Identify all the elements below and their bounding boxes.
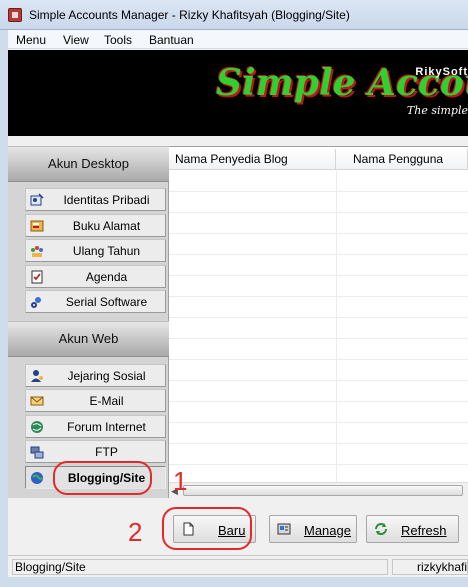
address-book-icon (30, 220, 44, 232)
sidebar-item-label: Identitas Pribadi (63, 193, 150, 207)
sidebar-item-label: Buku Alamat (72, 219, 141, 233)
new-document-icon (183, 522, 194, 536)
sidebar-item-identitas-pribadi[interactable]: Identitas Pribadi (25, 188, 166, 211)
menu-tools[interactable]: Tools (104, 33, 132, 47)
forum-icon (31, 421, 43, 433)
window-frame-left (0, 30, 8, 577)
app-banner: Simple Accounts RikySoft The simple (8, 50, 468, 136)
globe-icon (31, 472, 43, 484)
annotation-number-two: 2 (128, 517, 143, 547)
sidebar-item-blogging-site[interactable]: Blogging/Site (25, 466, 166, 489)
action-toolbar: Baru Manage Refresh (169, 498, 468, 555)
sidebar-item-label: Ulang Tahun (72, 244, 141, 258)
sidebar-item-label: Serial Software (65, 295, 148, 309)
ftp-icon (30, 446, 44, 459)
list-rows (169, 171, 468, 483)
status-section: Blogging/Site (12, 559, 388, 575)
banner-brand: RikySoft (415, 66, 468, 78)
new-button[interactable]: Baru (173, 515, 256, 543)
new-button-label: Baru (218, 523, 246, 538)
sidebar-item-e-mail[interactable]: E-Mail (25, 389, 166, 412)
sidebar-item-agenda[interactable]: Agenda (25, 265, 166, 288)
annotation-number-one: 1 (173, 466, 188, 496)
sidebar-item-serial-software[interactable]: Serial Software (25, 290, 166, 313)
menu-view[interactable]: View (63, 33, 89, 47)
refresh-button-label: Refresh (401, 523, 447, 538)
column-divider (336, 171, 337, 483)
manage-icon (277, 523, 291, 535)
section-header-desktop: Akun Desktop (8, 146, 169, 182)
agenda-icon (31, 270, 43, 284)
scrollbar-thumb[interactable] (183, 485, 463, 496)
menu-menu[interactable]: Menu (16, 33, 46, 47)
sidebar-item-buku-alamat[interactable]: Buku Alamat (25, 214, 166, 237)
sidebar-item-jejaring-sosial[interactable]: Jejaring Sosial (25, 364, 166, 387)
sidebar-item-label: E-Mail (89, 394, 124, 408)
id-card-icon (30, 193, 44, 206)
social-network-icon (31, 370, 43, 382)
column-header-provider[interactable]: Nama Penyedia Blog (169, 149, 336, 170)
manage-button-label: Manage (304, 523, 351, 538)
window-frame-bottom (0, 577, 468, 587)
manage-button[interactable]: Manage (269, 515, 357, 543)
menu-bantuan[interactable]: Bantuan (149, 33, 194, 47)
status-user: rizkykhafitsyah (392, 559, 468, 575)
sidebar-item-label: Blogging/Site (67, 471, 146, 485)
sidebar-item-ftp[interactable]: FTP (25, 440, 166, 463)
refresh-icon (375, 523, 387, 535)
window-title: Simple Accounts Manager - Rizky Khafitsy… (29, 8, 350, 22)
status-bar: Blogging/Site rizkykhafitsyah (8, 555, 468, 577)
sidebar-item-ulang-tahun[interactable]: Ulang Tahun (25, 239, 166, 262)
sidebar-item-label: FTP (95, 445, 118, 459)
banner-separator (8, 136, 468, 146)
sidebar-item-label: Agenda (85, 270, 128, 284)
birthday-icon (31, 246, 43, 257)
column-header-username[interactable]: Nama Pengguna (336, 149, 468, 170)
app-icon (8, 8, 22, 22)
title-bar: Simple Accounts Manager - Rizky Khafitsy… (0, 0, 468, 30)
horizontal-scrollbar[interactable]: ◀ (169, 482, 468, 498)
banner-tagline: The simple (406, 104, 468, 117)
sidebar-item-label: Jejaring Sosial (67, 369, 146, 383)
refresh-button[interactable]: Refresh (366, 515, 459, 543)
sidebar-item-forum-internet[interactable]: Forum Internet (25, 415, 166, 438)
mail-icon (30, 396, 44, 406)
menu-bar: Menu View Tools Bantuan (8, 30, 468, 49)
sidebar-item-label: Forum Internet (67, 420, 146, 434)
blog-list-view[interactable]: Nama Penyedia Blog Nama Pengguna ◀ (169, 146, 468, 498)
serial-key-icon (31, 297, 41, 308)
sidebar: Akun Desktop Identitas Pribadi Buku Alam… (8, 146, 169, 498)
section-header-web: Akun Web (8, 321, 169, 357)
